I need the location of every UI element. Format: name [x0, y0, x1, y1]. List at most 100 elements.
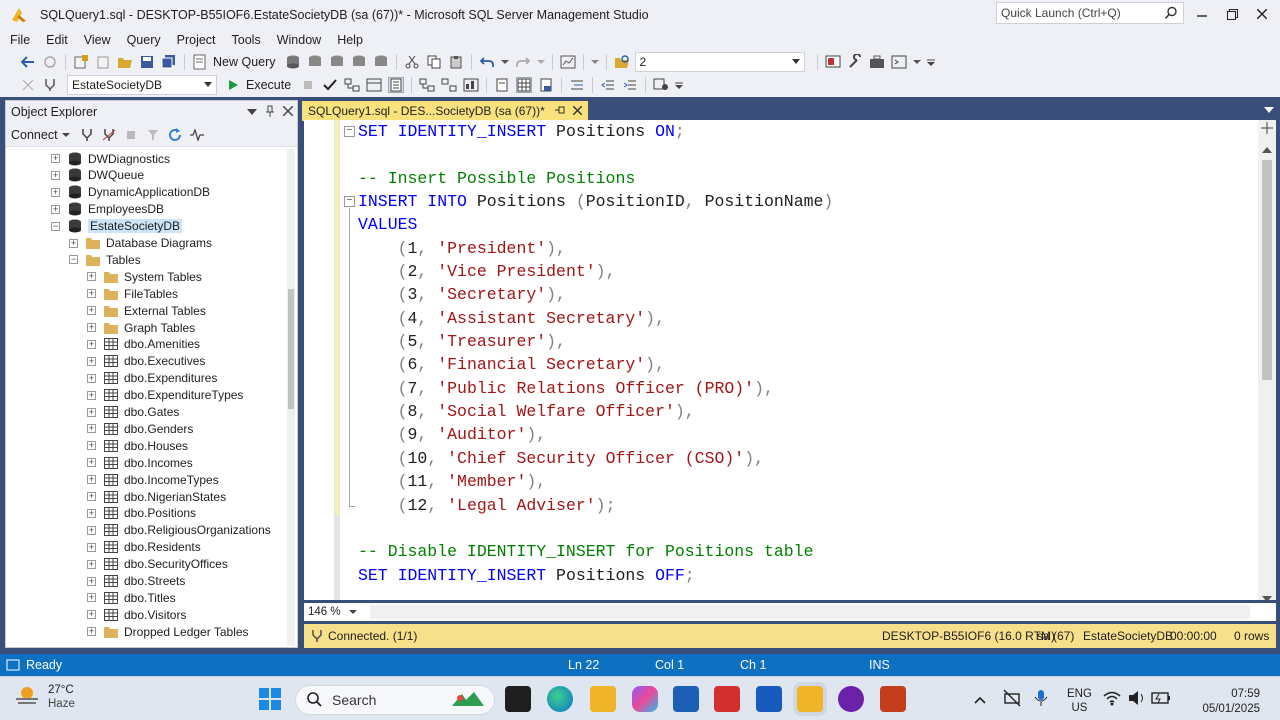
expand-toggle-icon[interactable]: + — [87, 475, 96, 485]
code-line[interactable]: (4, 'Assistant Secretary'), — [358, 307, 1238, 330]
expand-toggle-icon[interactable]: + — [87, 559, 96, 569]
tree-item[interactable]: − Tables — [69, 251, 141, 268]
expand-toggle-icon[interactable]: + — [87, 627, 96, 637]
expand-toggle-icon[interactable]: + — [87, 289, 96, 299]
save-all-icon[interactable] — [161, 54, 177, 70]
menu-window[interactable]: Window — [271, 30, 331, 50]
window-position-icon[interactable] — [247, 105, 257, 120]
expand-toggle-icon[interactable]: + — [87, 272, 96, 282]
live-query-statistics-icon[interactable] — [441, 77, 457, 93]
tree-item[interactable]: + dbo.Expenditures — [87, 370, 217, 387]
close-tab-icon[interactable] — [572, 104, 583, 118]
mdx-query-icon[interactable] — [307, 54, 323, 70]
expand-toggle-icon[interactable]: + — [51, 154, 60, 163]
microsoft-store-icon[interactable] — [673, 686, 699, 712]
code-line[interactable]: (7, 'Public Relations Officer (PRO)'), — [358, 377, 1238, 400]
expand-toggle-icon[interactable]: + — [87, 407, 96, 417]
code-line[interactable] — [358, 517, 1238, 540]
expand-toggle-icon[interactable]: + — [87, 306, 96, 316]
increase-indent-icon[interactable] — [622, 77, 638, 93]
code-line[interactable]: VALUES — [358, 213, 1238, 236]
quick-launch-input[interactable]: Quick Launch (Ctrl+Q) — [996, 2, 1184, 24]
wifi-icon[interactable] — [1103, 690, 1121, 709]
expand-toggle-icon[interactable]: + — [87, 373, 96, 383]
tree-item[interactable]: + dbo.Visitors — [87, 606, 186, 623]
windows-start-icon[interactable] — [258, 687, 282, 714]
undo-icon[interactable] — [479, 54, 495, 70]
tree-item[interactable]: + dbo.SecurityOffices — [87, 556, 228, 573]
expand-toggle-icon[interactable]: + — [51, 187, 60, 197]
tree-item[interactable]: + dbo.Executives — [87, 353, 205, 370]
file-explorer-icon[interactable] — [590, 686, 616, 712]
tree-item[interactable]: + System Tables — [87, 268, 202, 285]
tree-item[interactable]: + dbo.IncomeTypes — [87, 471, 219, 488]
database-combo[interactable]: EstateSocietyDB — [67, 75, 217, 95]
edge-browser-icon[interactable] — [547, 686, 573, 712]
tree-item[interactable]: + dbo.ExpenditureTypes — [87, 387, 243, 404]
code-line[interactable]: (1, 'President'), — [358, 237, 1238, 260]
tree-item[interactable]: + dbo.Positions — [87, 505, 196, 522]
expand-toggle-icon[interactable]: + — [87, 390, 96, 400]
add-item-icon[interactable] — [95, 54, 111, 70]
code-line[interactable]: (5, 'Treasurer'), — [358, 330, 1238, 353]
editor-horizontal-scrollbar[interactable] — [370, 605, 1250, 619]
results-to-file-icon[interactable] — [538, 77, 554, 93]
show-hidden-icons-chevron-icon[interactable] — [974, 693, 986, 707]
pin-icon[interactable] — [265, 105, 275, 120]
microphone-icon[interactable] — [1034, 689, 1048, 710]
xmla-query-icon[interactable] — [351, 54, 367, 70]
redo-icon[interactable] — [515, 54, 531, 70]
tree-item[interactable]: + dbo.NigerianStates — [87, 488, 226, 505]
maximize-button[interactable] — [1216, 2, 1248, 26]
tree-item[interactable]: + DWDiagnostics — [51, 150, 170, 167]
filter-icon[interactable] — [145, 127, 161, 143]
new-project-icon[interactable] — [73, 54, 89, 70]
expand-toggle-icon[interactable]: + — [51, 170, 60, 180]
taskbar-search-box[interactable]: Search — [295, 685, 495, 715]
menu-tools[interactable]: Tools — [226, 30, 271, 50]
menu-file[interactable]: File — [4, 30, 40, 50]
code-line[interactable]: (10, 'Chief Security Officer (CSO)'), — [358, 447, 1238, 470]
results-to-text-icon[interactable] — [388, 77, 405, 93]
code-line[interactable]: INSERT INTO Positions (PositionID, Posit… — [358, 190, 1238, 213]
expand-toggle-icon[interactable]: + — [87, 508, 96, 518]
expand-toggle-icon[interactable]: + — [87, 576, 96, 586]
toolbar-dropdown-icon[interactable] — [590, 54, 599, 70]
activity-monitor-icon[interactable] — [189, 127, 205, 143]
ssms-taskbar-icon[interactable] — [797, 686, 823, 712]
toolbar-options-icon[interactable] — [912, 54, 921, 70]
weather-widget[interactable]: 27°C Haze — [14, 683, 75, 711]
menu-project[interactable]: Project — [171, 30, 226, 50]
registered-servers-icon[interactable] — [825, 54, 841, 70]
menu-query[interactable]: Query — [121, 30, 171, 50]
dmx-query-icon[interactable] — [329, 54, 345, 70]
code-line[interactable]: -- Insert Possible Positions — [358, 167, 1238, 190]
code-line[interactable] — [358, 143, 1238, 166]
fold-toggle[interactable]: − — [344, 196, 355, 207]
toolbar-options-icon[interactable] — [675, 77, 684, 93]
new-query-icon[interactable] — [192, 54, 208, 70]
menu-help[interactable]: Help — [331, 30, 373, 50]
open-file-icon[interactable] — [117, 54, 133, 70]
tree-item[interactable]: + DWQueue — [51, 167, 144, 184]
toolbar-overflow-icon[interactable] — [926, 54, 935, 70]
tree-item[interactable]: + FileTables — [87, 285, 178, 302]
zoom-dropdown-icon[interactable] — [348, 606, 357, 618]
disconnect-icon[interactable] — [101, 127, 117, 143]
sql-query-editor[interactable]: − − SET IDENTITY_INSERT Positions ON; --… — [304, 120, 1276, 602]
expand-toggle-icon[interactable]: + — [87, 610, 96, 620]
output-window-icon[interactable] — [891, 54, 907, 70]
fold-toggle[interactable]: − — [344, 126, 355, 137]
client-statistics-icon[interactable] — [463, 77, 479, 93]
connect-plug-icon[interactable] — [79, 127, 95, 143]
expand-toggle-icon[interactable]: + — [87, 356, 96, 366]
activity-monitor-icon[interactable] — [560, 54, 576, 70]
visual-studio-icon[interactable] — [838, 686, 864, 712]
undo-dropdown-icon[interactable] — [500, 54, 509, 70]
volume-icon[interactable] — [1128, 690, 1146, 709]
tree-item[interactable]: + dbo.ReligiousOrganizations — [87, 522, 271, 539]
cancel-query-icon[interactable] — [300, 77, 316, 93]
ssms-app-icon[interactable] — [10, 6, 28, 24]
tree-item[interactable]: + dbo.Streets — [87, 573, 185, 590]
execute-button[interactable]: Execute — [246, 78, 291, 92]
